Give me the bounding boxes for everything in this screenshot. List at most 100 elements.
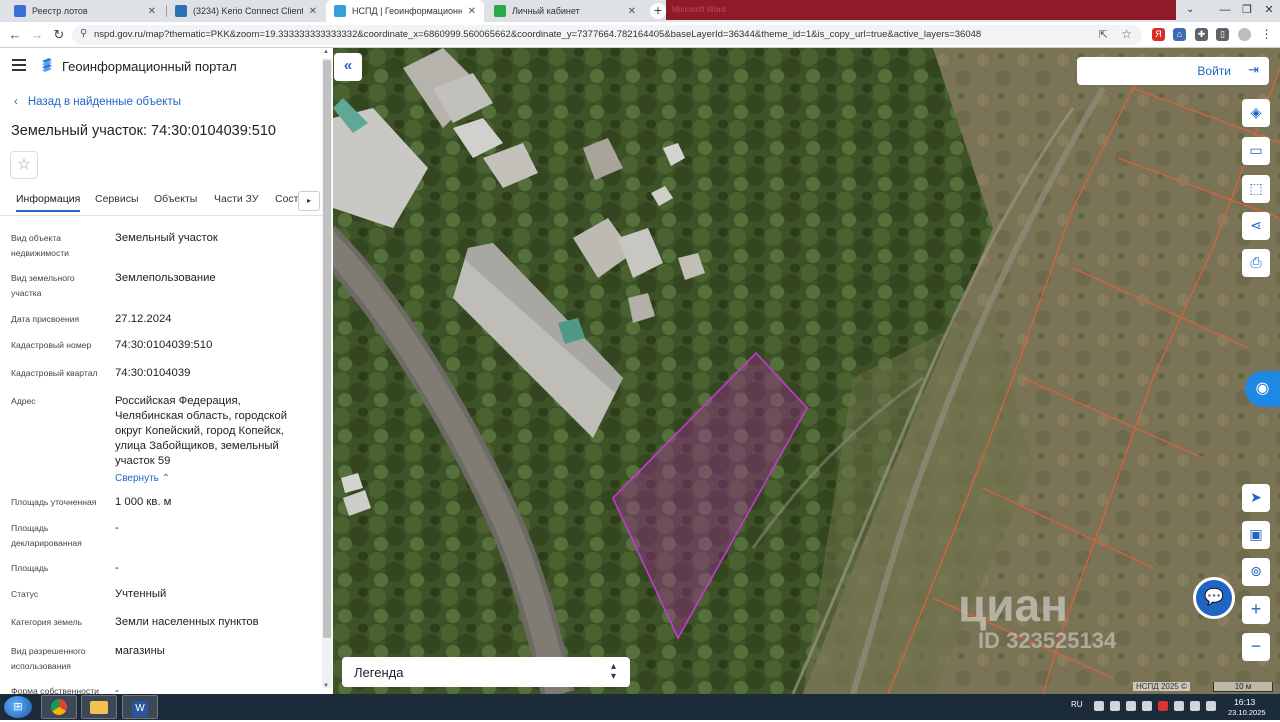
profile-avatar-icon[interactable] <box>1238 28 1251 41</box>
panel-scrollbar[interactable]: ▲ ▼ <box>322 49 332 689</box>
window-controls: — ❐ ✕ <box>1214 0 1280 22</box>
object-tabs: Информация Сервисы Объекты Части ЗУ Сост… <box>0 188 322 216</box>
zoom-in-button[interactable]: + <box>1242 596 1270 624</box>
back-to-results-link[interactable]: ‹ Назад в найденные объекты <box>14 96 181 108</box>
favorite-star-button[interactable]: ☆ <box>10 151 38 179</box>
back-to-results-label: Назад в найденные объекты <box>27 96 182 108</box>
tab-parts[interactable]: Части ЗУ <box>214 193 259 205</box>
tab-information[interactable]: Информация <box>16 193 81 212</box>
side-panel-icon[interactable]: ▯ <box>1216 28 1229 41</box>
watermark-id: ID 323525134 <box>978 628 1117 653</box>
field-value: - <box>115 562 119 574</box>
taskbar-chrome[interactable] <box>41 695 77 719</box>
bookmark-star-icon[interactable]: ☆ <box>1121 27 1132 41</box>
portal-title: Геоинформационный портал <box>62 59 237 74</box>
tray-app-icon[interactable] <box>1094 701 1104 711</box>
field-value: 74:30:0104039:510 <box>115 339 213 351</box>
field-label: Площадь <box>11 563 49 573</box>
minimap-button[interactable]: ▣ <box>1242 521 1270 549</box>
browser-tab-kerio[interactable]: (3234) Kerio Connect Client ✕ <box>167 0 325 22</box>
select-area-button[interactable]: ⬚ <box>1242 175 1270 203</box>
ruler-icon: ▭ <box>1249 142 1263 158</box>
start-button[interactable]: ⊞ <box>4 696 32 718</box>
print-button[interactable]: ⎙ <box>1242 249 1270 277</box>
login-button[interactable]: Войти ⇥ <box>1077 57 1269 85</box>
close-tab-icon[interactable]: ✕ <box>468 6 476 17</box>
assistant-button[interactable]: ◉ <box>1245 371 1280 407</box>
tray-network-icon[interactable] <box>1174 701 1184 711</box>
legend-label: Легенда <box>354 665 404 680</box>
taskbar-explorer[interactable] <box>81 695 117 719</box>
back-arrow-icon[interactable]: ← <box>6 26 24 44</box>
field-value: 74:30:0104039 <box>115 367 191 379</box>
collapse-panel-button[interactable]: « <box>334 53 362 81</box>
nspd-favicon-icon <box>334 5 346 17</box>
browser-tab-bar: Реестр лотов ✕ (3234) Kerio Connect Clie… <box>0 0 1280 22</box>
chat-bubble-icon: 💬 <box>1204 589 1224 606</box>
scroll-up-icon[interactable]: ▲ <box>323 49 329 55</box>
extension-yandex-icon[interactable]: Я <box>1152 28 1165 41</box>
legend-dropdown[interactable]: Легенда ▴ ▾ <box>342 657 630 687</box>
word-icon: W <box>132 701 148 717</box>
share-button[interactable]: ⋖ <box>1242 212 1270 240</box>
assistant-icon: ◉ <box>1255 380 1270 397</box>
zoom-out-button[interactable]: − <box>1242 633 1270 661</box>
tray-folder-icon[interactable] <box>1190 701 1200 711</box>
measure-button[interactable]: ▭ <box>1242 137 1270 165</box>
open-in-app-icon[interactable]: ⇱ <box>1099 28 1108 41</box>
windows-logo-icon: ⊞ <box>13 701 23 713</box>
extensions-puzzle-icon[interactable]: ✚ <box>1195 28 1208 41</box>
tab-search-chevron-icon[interactable]: ⌄ <box>1186 4 1194 15</box>
location-search-button[interactable]: ⊚ <box>1242 558 1270 586</box>
collapse-link[interactable]: Свернуть ⌃ <box>115 471 310 486</box>
geolocation-button[interactable]: ➤ <box>1242 484 1270 512</box>
watermark: циан <box>958 579 1068 631</box>
tabs-scroll-right-icon[interactable]: ▸ <box>298 191 320 211</box>
tray-telegram-icon[interactable] <box>1126 701 1136 711</box>
close-tab-icon[interactable]: ✕ <box>309 6 317 17</box>
layers-button[interactable]: ◈ <box>1242 99 1270 127</box>
tab-services[interactable]: Сервисы <box>95 193 139 205</box>
field-label: Адрес <box>11 396 36 406</box>
map-view[interactable]: циан ID 323525134 « Войти ⇥ ◈ ▭ ⬚ ⋖ ⎙ ◉ … <box>333 48 1280 694</box>
site-info-icon[interactable]: ⚲ <box>80 28 87 39</box>
clock-date[interactable]: 23.10.2025 <box>1228 708 1266 717</box>
folder-icon <box>90 701 108 714</box>
tray-volume-icon[interactable] <box>1206 701 1216 711</box>
select-area-icon: ⬚ <box>1249 180 1263 196</box>
field-value: - <box>115 685 119 694</box>
browser-tab-title: (3234) Kerio Connect Client <box>193 6 303 16</box>
close-tab-icon[interactable]: ✕ <box>628 6 636 17</box>
minimize-icon[interactable]: — <box>1214 0 1236 22</box>
maximize-icon[interactable]: ❐ <box>1236 0 1258 22</box>
tab-objects[interactable]: Объекты <box>154 193 197 205</box>
reload-icon[interactable]: ↻ <box>50 26 68 44</box>
browser-tab-title: Реестр лотов <box>32 6 88 16</box>
taskbar-word[interactable]: W <box>122 695 158 719</box>
tray-language[interactable]: RU <box>1071 700 1083 709</box>
menu-hamburger-icon[interactable] <box>12 59 26 74</box>
kerio-favicon-icon <box>175 5 187 17</box>
extension-shield-icon[interactable]: ⌂ <box>1173 28 1186 41</box>
tray-app-icon[interactable] <box>1110 701 1120 711</box>
address-bar[interactable]: ⚲ nspd.gov.ru/map?thematic=PKK&zoom=19.3… <box>72 25 1142 45</box>
new-tab-button[interactable]: + <box>650 3 666 19</box>
field-value: Землепользование <box>115 272 216 284</box>
close-window-icon[interactable]: ✕ <box>1258 0 1280 22</box>
close-tab-icon[interactable]: ✕ <box>148 6 156 17</box>
tray-app-icon[interactable] <box>1142 701 1152 711</box>
browser-tab-account[interactable]: Личный кабинет ✕ <box>486 0 644 22</box>
browser-tab-nspd[interactable]: НСПД | Геоинформационный п ✕ <box>326 0 484 22</box>
clock-time[interactable]: 16:13 <box>1234 697 1255 707</box>
forward-arrow-icon[interactable]: → <box>28 26 46 44</box>
scroll-down-icon[interactable]: ▼ <box>323 683 329 689</box>
scrollbar-thumb[interactable] <box>323 60 331 638</box>
url-text[interactable]: nspd.gov.ru/map?thematic=PKK&zoom=19.333… <box>94 29 981 40</box>
tray-antivirus-icon[interactable] <box>1158 701 1168 711</box>
chat-button[interactable]: 💬 <box>1193 577 1235 619</box>
field-label: Статус <box>11 589 39 599</box>
browser-tab-registry[interactable]: Реестр лотов ✕ <box>6 0 164 22</box>
browser-menu-icon[interactable]: ⋮ <box>1260 28 1273 41</box>
field-value: Учтенный <box>115 588 167 600</box>
field-label: Форма собственности <box>11 686 99 694</box>
